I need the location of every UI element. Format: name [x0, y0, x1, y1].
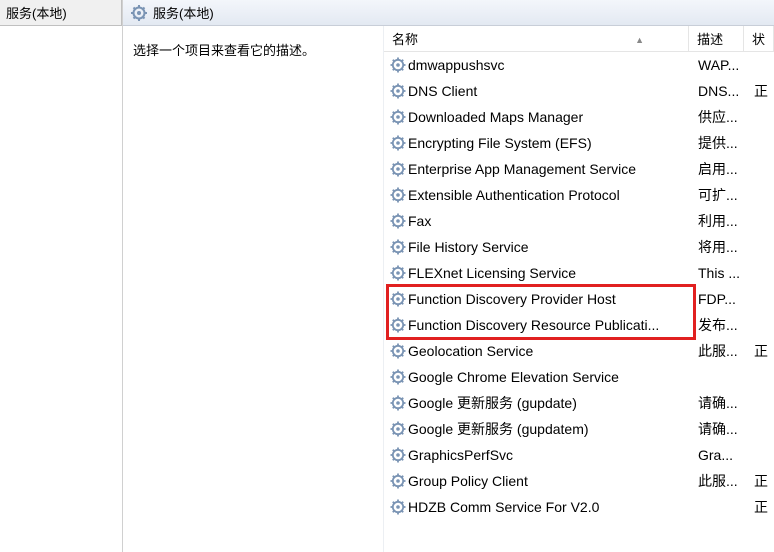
service-desc: 请确...	[698, 393, 754, 413]
services-list: 名称 ▲ 描述 状 dmwappushsvcWAP...DNS ClientDN…	[383, 26, 774, 552]
gear-icon	[384, 473, 408, 489]
services-list-body[interactable]: dmwappushsvcWAP...DNS ClientDNS...正Downl…	[384, 52, 774, 552]
service-name: Group Policy Client	[408, 473, 698, 489]
service-desc: 供应...	[698, 107, 754, 127]
gear-icon	[384, 135, 408, 151]
left-tree-panel: 服务(本地)	[0, 0, 123, 552]
service-name: Fax	[408, 213, 698, 229]
service-desc: FDP...	[698, 291, 754, 307]
service-name: dmwappushsvc	[408, 57, 698, 73]
service-desc: Gra...	[698, 447, 754, 463]
service-row[interactable]: HDZB Comm Service For V2.0 正	[384, 494, 774, 520]
service-desc: 可扩...	[698, 185, 754, 205]
service-name: Function Discovery Resource Publicati...	[408, 317, 698, 333]
service-name: FLEXnet Licensing Service	[408, 265, 698, 281]
service-status: 正	[754, 341, 774, 361]
gear-icon	[384, 499, 408, 515]
gear-icon	[384, 369, 408, 385]
service-desc: 启用...	[698, 159, 754, 179]
gear-icon	[384, 421, 408, 437]
service-row[interactable]: Function Discovery Resource Publicati...…	[384, 312, 774, 338]
service-row[interactable]: Downloaded Maps Manager供应...	[384, 104, 774, 130]
service-row[interactable]: File History Service将用...	[384, 234, 774, 260]
service-desc: 发布...	[698, 315, 754, 335]
column-header-desc[interactable]: 描述	[689, 26, 744, 51]
service-name: Google Chrome Elevation Service	[408, 369, 698, 385]
service-row[interactable]: FLEXnet Licensing ServiceThis ...	[384, 260, 774, 286]
list-header-bar: 服务(本地)	[123, 0, 774, 26]
sort-indicator-icon: ▲	[635, 35, 644, 45]
service-desc: 将用...	[698, 237, 754, 257]
list-header-title: 服务(本地)	[153, 3, 214, 22]
service-desc: 提供...	[698, 133, 754, 153]
service-desc: 此服...	[698, 471, 754, 491]
service-name: File History Service	[408, 239, 698, 255]
service-name: Extensible Authentication Protocol	[408, 187, 698, 203]
gear-icon	[384, 317, 408, 333]
service-status: 正	[754, 497, 774, 517]
description-panel: 选择一个项目来查看它的描述。	[123, 26, 383, 552]
service-name: Google 更新服务 (gupdate)	[408, 393, 698, 413]
service-row[interactable]: GraphicsPerfSvcGra...	[384, 442, 774, 468]
service-name: Downloaded Maps Manager	[408, 109, 698, 125]
service-status: 正	[754, 81, 774, 101]
app-root: 服务(本地) 服务(本地) 选择一个项目来	[0, 0, 774, 552]
gear-icon	[384, 213, 408, 229]
service-desc: DNS...	[698, 83, 754, 99]
service-row[interactable]: dmwappushsvcWAP...	[384, 52, 774, 78]
service-name: GraphicsPerfSvc	[408, 447, 698, 463]
service-row[interactable]: Fax利用...	[384, 208, 774, 234]
right-panel: 服务(本地) 选择一个项目来查看它的描述。 名称 ▲ 描述 状	[123, 0, 774, 552]
service-row[interactable]: DNS ClientDNS...正	[384, 78, 774, 104]
gear-icon	[384, 265, 408, 281]
service-name: Enterprise App Management Service	[408, 161, 698, 177]
service-row[interactable]: Group Policy Client此服...正	[384, 468, 774, 494]
tree-root-label: 服务(本地)	[6, 6, 67, 21]
gear-icon	[384, 187, 408, 203]
service-name: HDZB Comm Service For V2.0	[408, 499, 698, 515]
service-row[interactable]: Extensible Authentication Protocol可扩...	[384, 182, 774, 208]
service-desc: 此服...	[698, 341, 754, 361]
gear-icon	[384, 343, 408, 359]
service-row[interactable]: Enterprise App Management Service启用...	[384, 156, 774, 182]
service-name: Encrypting File System (EFS)	[408, 135, 698, 151]
description-placeholder: 选择一个项目来查看它的描述。	[133, 43, 315, 58]
service-desc: This ...	[698, 265, 754, 281]
column-headers: 名称 ▲ 描述 状	[384, 26, 774, 52]
service-name: DNS Client	[408, 83, 698, 99]
service-desc: 请确...	[698, 419, 754, 439]
service-row[interactable]: Geolocation Service此服...正	[384, 338, 774, 364]
service-desc: 利用...	[698, 211, 754, 231]
tree-root-item[interactable]: 服务(本地)	[0, 0, 122, 26]
gear-icon	[384, 57, 408, 73]
service-name: Google 更新服务 (gupdatem)	[408, 419, 698, 439]
service-row[interactable]: Google 更新服务 (gupdatem)请确...	[384, 416, 774, 442]
service-desc: WAP...	[698, 57, 754, 73]
service-name: Geolocation Service	[408, 343, 698, 359]
gear-icon	[384, 291, 408, 307]
gear-icon	[384, 239, 408, 255]
column-header-status[interactable]: 状	[744, 26, 774, 51]
service-row[interactable]: Encrypting File System (EFS)提供...	[384, 130, 774, 156]
service-status: 正	[754, 471, 774, 491]
service-row[interactable]: Google 更新服务 (gupdate)请确...	[384, 390, 774, 416]
content-area: 选择一个项目来查看它的描述。 名称 ▲ 描述 状	[123, 26, 774, 552]
gear-icon	[384, 109, 408, 125]
gear-icon	[131, 5, 147, 21]
gear-icon	[384, 161, 408, 177]
gear-icon	[384, 447, 408, 463]
service-row[interactable]: Google Chrome Elevation Service	[384, 364, 774, 390]
service-row[interactable]: Function Discovery Provider HostFDP...	[384, 286, 774, 312]
gear-icon	[384, 395, 408, 411]
service-name: Function Discovery Provider Host	[408, 291, 698, 307]
gear-icon	[384, 83, 408, 99]
